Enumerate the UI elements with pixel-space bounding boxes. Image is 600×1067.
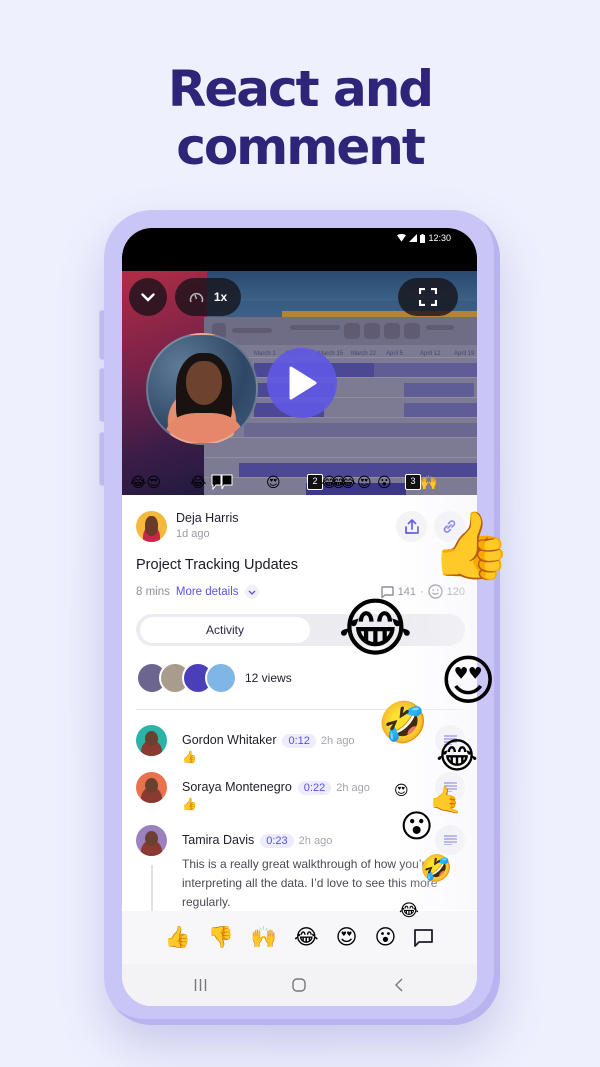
status-time: 12:30 bbox=[428, 233, 451, 243]
commenter-avatar[interactable] bbox=[136, 772, 167, 803]
react-surprised-button[interactable]: 😮 bbox=[375, 926, 397, 950]
video-title: Project Tracking Updates bbox=[136, 557, 298, 573]
react-heart-eyes-button[interactable]: 😍 bbox=[336, 926, 358, 950]
recents-icon[interactable] bbox=[194, 979, 207, 991]
timeline-comment-icon[interactable] bbox=[211, 474, 233, 490]
back-icon[interactable] bbox=[395, 978, 403, 992]
timeline-comment-count[interactable]: 3 bbox=[405, 474, 421, 490]
headline: React and comment bbox=[0, 60, 600, 176]
comment-compose-icon[interactable] bbox=[413, 928, 434, 948]
timeline-reaction[interactable]: 😮 bbox=[377, 474, 392, 490]
react-laughing-button[interactable]: 😂 bbox=[294, 926, 319, 950]
video-timestamp[interactable]: 0:12 bbox=[282, 734, 316, 748]
floating-laughing-emoji: 😂 bbox=[338, 592, 413, 664]
date-label: March 22 bbox=[351, 351, 377, 357]
comment-transcript-button[interactable] bbox=[435, 825, 465, 855]
share-icon bbox=[404, 519, 419, 534]
android-nav-bar bbox=[122, 964, 477, 1006]
share-button[interactable] bbox=[396, 511, 427, 542]
video-meta: 8 mins More details bbox=[136, 585, 259, 599]
headline-line-1: React and bbox=[167, 60, 434, 118]
reaction-bar: 👍 👎 🙌 😂 😍 😮 bbox=[122, 911, 477, 964]
speed-label: 1x bbox=[213, 290, 228, 304]
video-timestamp[interactable]: 0:22 bbox=[297, 781, 332, 795]
home-icon[interactable] bbox=[292, 978, 306, 992]
reaction-count: 120 bbox=[446, 585, 465, 598]
floating-heart-eyes-emoji: 😍 bbox=[440, 651, 497, 711]
phone-screen: 12:30 March 1 March 8 March 15 March 22 … bbox=[122, 228, 477, 1006]
chevron-down-icon bbox=[141, 292, 155, 302]
commenter-name[interactable]: Soraya Montenegro bbox=[182, 780, 292, 794]
status-bar: 12:30 bbox=[122, 228, 477, 271]
playback-speed-button[interactable]: 1x bbox=[175, 278, 241, 316]
floating-hand-emoji: 🤙 bbox=[430, 785, 463, 815]
timeline-reaction[interactable]: 😍 bbox=[357, 474, 372, 490]
comment-time: 2h ago bbox=[336, 782, 370, 794]
date-label: April 5 bbox=[386, 351, 404, 357]
timeline-reaction[interactable]: 😍 bbox=[266, 474, 281, 490]
wifi-icon bbox=[397, 234, 407, 242]
comment-time: 2h ago bbox=[298, 835, 333, 847]
video-timestamp[interactable]: 0:23 bbox=[260, 834, 294, 848]
fullscreen-button[interactable] bbox=[398, 278, 458, 316]
play-button[interactable] bbox=[267, 348, 337, 418]
battery-icon bbox=[420, 233, 426, 243]
video-player[interactable]: March 1 March 8 March 15 March 22 April … bbox=[122, 271, 477, 495]
floating-laughing-emoji: 😂 bbox=[399, 901, 419, 920]
commenter-avatar[interactable] bbox=[136, 725, 167, 756]
tab-activity[interactable]: Activity bbox=[140, 617, 310, 643]
author-name[interactable]: Deja Harris bbox=[176, 511, 239, 525]
headline-line-2: comment bbox=[176, 118, 426, 176]
speed-gauge-icon bbox=[189, 292, 204, 302]
post-time: 1d ago bbox=[176, 528, 210, 540]
timeline-reaction[interactable]: 😂😍 bbox=[130, 474, 161, 490]
date-label: March 1 bbox=[254, 351, 276, 357]
fullscreen-icon bbox=[419, 288, 437, 306]
floating-heart-eyes-emoji: 😍 bbox=[394, 782, 409, 798]
commenter-avatar[interactable] bbox=[136, 825, 167, 856]
comment-reaction: 👍 bbox=[182, 797, 197, 811]
collapse-button[interactable] bbox=[129, 278, 167, 316]
viewer-avatars[interactable] bbox=[136, 662, 237, 694]
floating-thumbs-up-emoji: 👍 bbox=[430, 508, 513, 582]
chevron-down-icon[interactable] bbox=[244, 585, 259, 599]
comment-reaction: 👍 bbox=[182, 750, 197, 764]
floating-rofl-emoji: 🤣 bbox=[378, 701, 428, 745]
smiley-icon bbox=[427, 584, 443, 599]
signal-icon bbox=[409, 234, 418, 242]
more-details-link[interactable]: More details bbox=[176, 586, 239, 598]
floating-rofl-emoji: 🤣 bbox=[420, 853, 453, 883]
timeline-reaction[interactable]: 😂 bbox=[190, 474, 206, 490]
presenter-camera-bubble bbox=[146, 333, 258, 445]
comment-time: 2h ago bbox=[320, 735, 355, 747]
commenter-name[interactable]: Gordon Whitaker bbox=[182, 733, 276, 747]
date-label: April 19 bbox=[454, 351, 475, 357]
viewer-avatar bbox=[205, 662, 237, 694]
video-duration: 8 mins bbox=[136, 586, 170, 598]
floating-laughing-emoji: 😂 bbox=[436, 735, 479, 776]
react-thumbs-up-button[interactable]: 👍 bbox=[165, 926, 191, 950]
tab-switcher: Activity bbox=[136, 614, 465, 646]
transcript-lines-icon bbox=[443, 835, 457, 845]
timeline-reaction[interactable]: 🙌 bbox=[420, 474, 437, 490]
react-raised-hands-button[interactable]: 🙌 bbox=[251, 926, 277, 950]
react-thumbs-down-button[interactable]: 👎 bbox=[208, 926, 234, 950]
play-icon bbox=[289, 366, 317, 400]
views-count[interactable]: 12 views bbox=[245, 671, 292, 685]
separator: · bbox=[419, 585, 424, 598]
timeline-reaction[interactable]: 😂😂😂 bbox=[321, 474, 356, 490]
date-label: April 12 bbox=[420, 351, 441, 357]
author-avatar[interactable] bbox=[136, 511, 167, 542]
floating-surprised-emoji: 😮 bbox=[400, 808, 434, 844]
commenter-name[interactable]: Tamira Davis bbox=[182, 833, 254, 847]
